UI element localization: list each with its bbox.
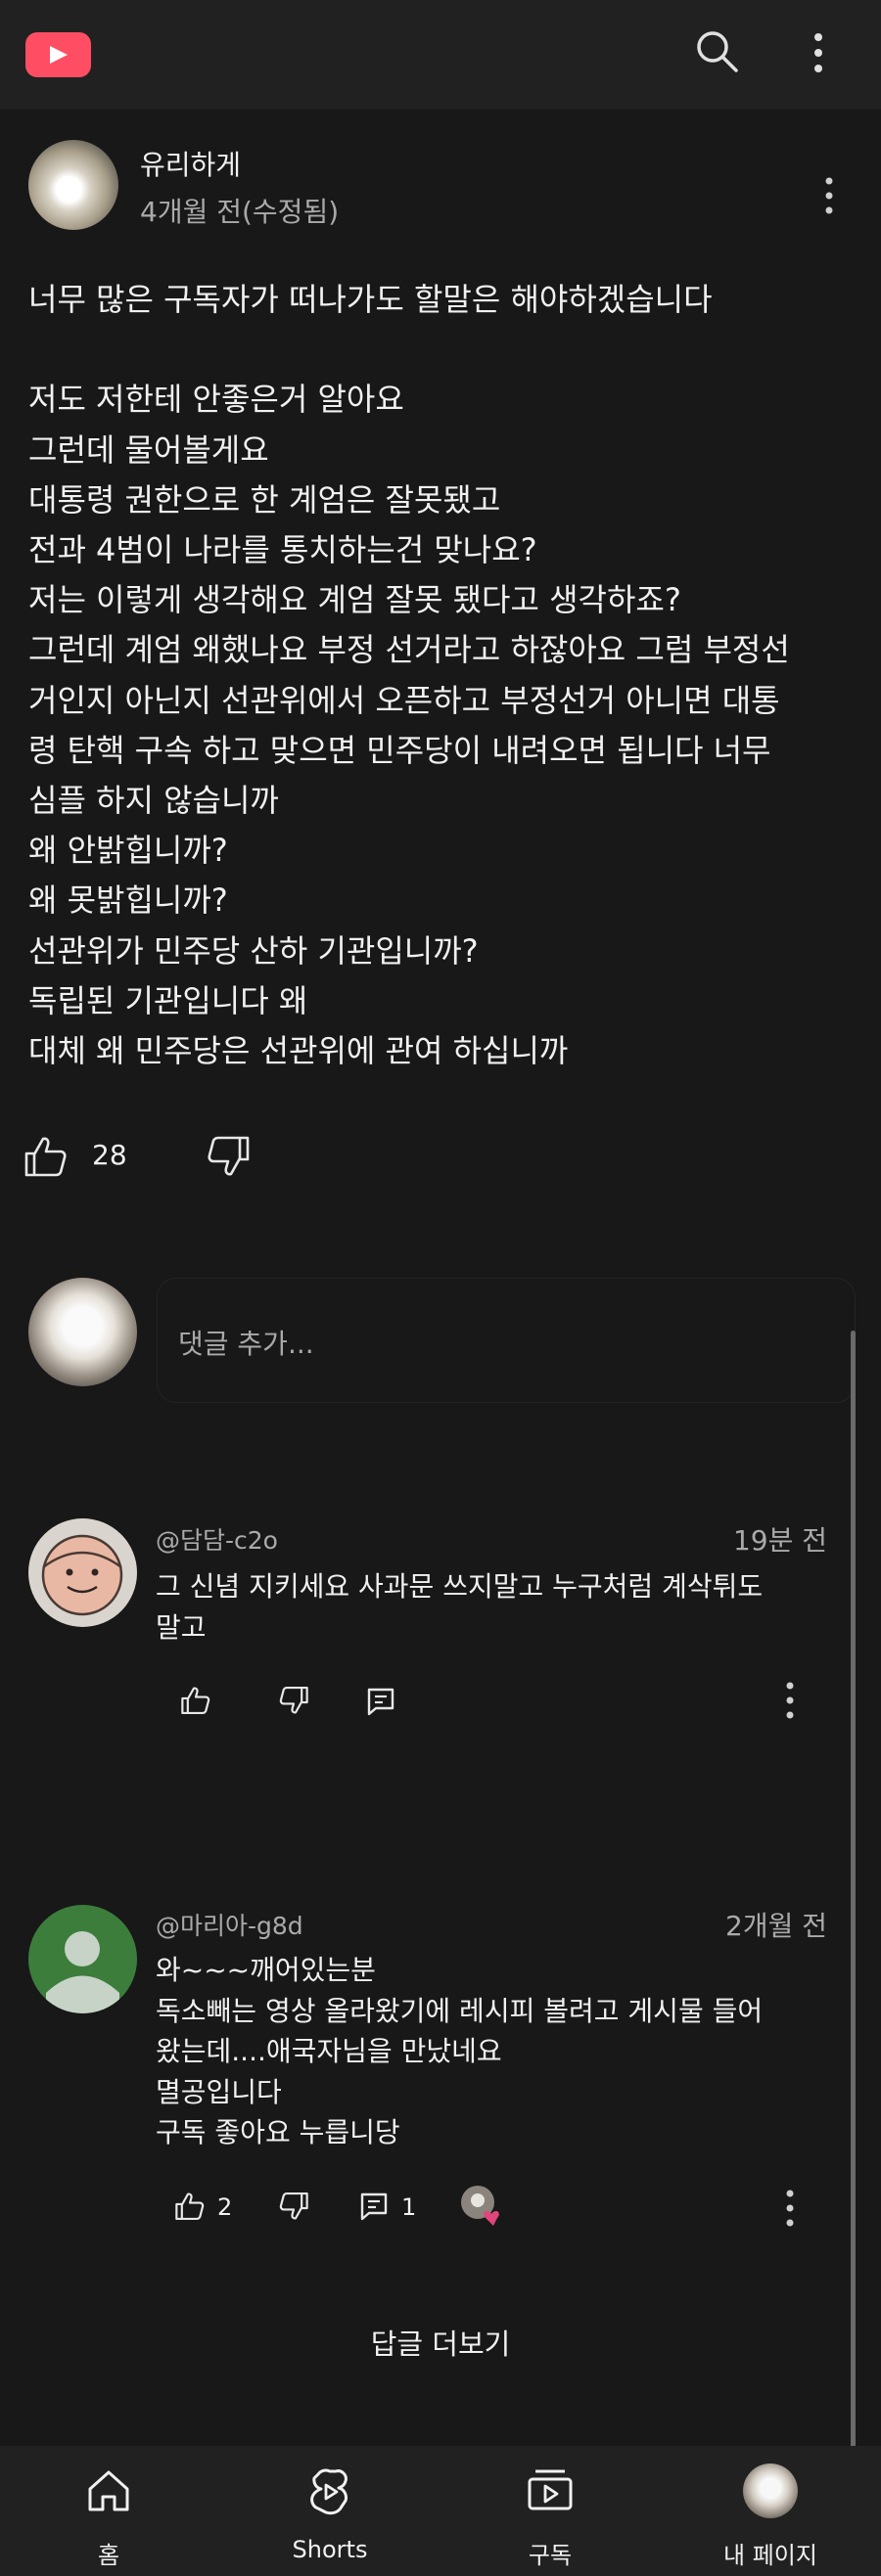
- post-line: 왜 안밝힙니까?: [28, 832, 228, 870]
- nav-subscriptions-label: 구독: [528, 2542, 573, 2569]
- post-line: 대체 왜 민주당은 선관위에 관여 하십니까: [28, 1032, 569, 1070]
- comment-reply-count: 1: [401, 2193, 417, 2221]
- comment-more-vert-icon[interactable]: [783, 1681, 797, 1724]
- post-line: 독립된 기관입니다 왜: [28, 981, 308, 1019]
- comment-dislike-icon[interactable]: [278, 2192, 309, 2225]
- search-icon[interactable]: [693, 27, 740, 78]
- my-page-avatar: [743, 2463, 798, 2518]
- comment-username[interactable]: @마리아-g8d: [156, 1907, 303, 1942]
- comment-line: 독소빼는 영상 올라왔기에 레시피 볼려고 게시물 들어: [156, 1994, 764, 2027]
- comment-line: 멸공입니다: [156, 2075, 282, 2108]
- post-like-count: 28: [92, 1139, 127, 1171]
- nav-shorts[interactable]: Shorts: [256, 2446, 403, 2576]
- comment-dislike-icon[interactable]: [278, 1686, 309, 1719]
- post-line: 령 탄핵 구속 하고 맞으면 민주당이 내려오면 됩니다 너무: [28, 731, 771, 769]
- post-line: 그런데 계엄 왜했나요 부정 선거라고 하잖아요 그럼 부정선: [28, 631, 790, 669]
- comment-line: 와~~~깨어있는분: [156, 1954, 376, 1986]
- post-more-vert-icon[interactable]: [822, 176, 836, 219]
- nav-shorts-label: Shorts: [292, 2536, 368, 2563]
- nav-my-page[interactable]: 내 페이지: [697, 2446, 844, 2576]
- post-line: 전과 4범이 나라를 통치하는건 맞나요?: [28, 531, 537, 568]
- thumbs-down-icon[interactable]: [206, 1135, 251, 1184]
- comment-line: 말고: [156, 1610, 207, 1644]
- thumbs-up-icon[interactable]: [23, 1135, 69, 1184]
- post-author-name[interactable]: 유리하게: [140, 144, 241, 183]
- comment-like-count: 2: [217, 2193, 233, 2221]
- post-line: 선관위가 민주당 산하 기관입니까?: [28, 931, 479, 970]
- comment-like-icon[interactable]: [174, 2192, 206, 2225]
- shorts-icon: [306, 2467, 353, 2520]
- comment-more-vert-icon[interactable]: [783, 2189, 797, 2232]
- comment-avatar[interactable]: [28, 1905, 137, 2013]
- current-user-avatar: [28, 1278, 137, 1386]
- comment-line: 구독 좋아요 누릅니당: [156, 2116, 400, 2148]
- comment-text: 그 신념 지키세요 사과문 쓰지말고 누구처럼 계삭튀도 말고: [156, 1566, 841, 1648]
- comment-line: 그 신념 지키세요 사과문 쓰지말고 누구처럼 계삭튀도: [156, 1570, 764, 1603]
- nav-subscriptions[interactable]: 구독: [477, 2446, 624, 2576]
- scrollbar[interactable]: [851, 1331, 856, 2456]
- post-line: 저는 이렇게 생각해요 계엄 잘못 됐다고 생각하죠?: [28, 581, 681, 619]
- nav-my-page-label: 내 페이지: [723, 2542, 817, 2569]
- comment-avatar[interactable]: [28, 1518, 137, 1627]
- post-line: 대통령 권한으로 한 계엄은 잘못됐고: [28, 480, 501, 519]
- post-line: 심플 하지 않습니까: [28, 782, 279, 820]
- subscriptions-icon: [526, 2467, 575, 2516]
- nav-home-label: 홈: [97, 2542, 120, 2569]
- add-comment-placeholder[interactable]: 댓글 추가...: [178, 1323, 314, 1362]
- creator-heart-icon: [458, 2185, 505, 2232]
- comment-reply-icon[interactable]: [366, 1687, 395, 1720]
- comment-like-icon[interactable]: [180, 1686, 211, 1719]
- comment-line: 왔는데....애국자님을 만났네요: [156, 2035, 502, 2067]
- post-line: 너무 많은 구독자가 떠나가도 할말은 해야하겠습니다: [28, 281, 713, 318]
- post-line: 거인지 아닌지 선관위에서 오픈하고 부정선거 아니면 대통: [28, 681, 780, 719]
- comment-timestamp: 19분 전: [732, 1524, 827, 1557]
- comment-username[interactable]: @담담-c2o: [156, 1521, 278, 1557]
- comment-text: 와~~~깨어있는분 독소빼는 영상 올라왔기에 레시피 볼려고 게시물 들어 왔…: [156, 1950, 841, 2153]
- bottom-navigation: 홈 Shorts 구독 내 페이지: [0, 2446, 881, 2576]
- more-vert-icon[interactable]: [811, 31, 826, 78]
- top-app-bar: [0, 0, 881, 110]
- play-logo-icon[interactable]: [25, 32, 91, 77]
- comment-reply-icon[interactable]: [359, 2192, 389, 2225]
- post-timestamp: 4개월 전(수정됨): [140, 196, 340, 228]
- nav-home[interactable]: 홈: [35, 2446, 182, 2576]
- post-line: 그런데 물어볼게요: [28, 430, 269, 469]
- home-icon: [85, 2467, 132, 2518]
- comment-timestamp: 2개월 전: [725, 1910, 827, 1942]
- post-author-avatar[interactable]: [28, 140, 118, 230]
- post-line: 저도 저한테 안좋은거 알아요: [28, 381, 404, 419]
- post-line: 왜 못밝힙니까?: [28, 881, 228, 920]
- post-body: 너무 많은 구독자가 떠나가도 할말은 해야하겠습니다 저도 저한테 안좋은거 …: [28, 275, 860, 1076]
- more-replies-button[interactable]: 답글 더보기: [0, 2322, 881, 2363]
